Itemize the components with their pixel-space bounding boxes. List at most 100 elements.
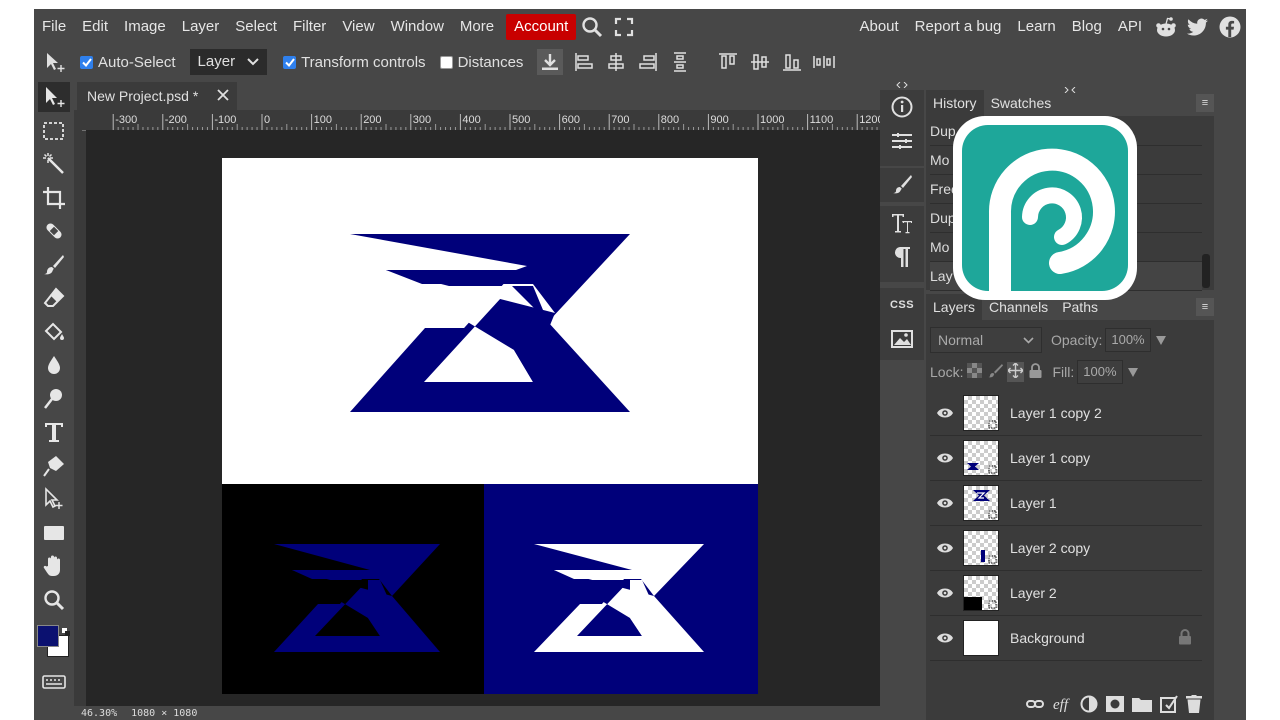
image-icon[interactable] (880, 322, 924, 356)
menu-filter[interactable]: Filter (285, 14, 334, 40)
collapse-arrows-icon[interactable] (896, 80, 908, 90)
tab-swatches[interactable]: Swatches (984, 90, 1059, 116)
history-scrollbar[interactable] (1202, 254, 1210, 288)
eraser-tool[interactable] (38, 283, 70, 313)
eye-icon[interactable] (930, 407, 960, 419)
lock-all-icon[interactable] (1029, 363, 1042, 381)
blend-mode-dropdown[interactable]: Normal (930, 327, 1042, 353)
pen-tool[interactable] (38, 451, 70, 481)
auto-select-checkbox[interactable]: Auto-Select (80, 54, 176, 71)
css-icon[interactable]: CSS (880, 288, 924, 322)
color-swatches[interactable] (34, 621, 74, 661)
marquee-tool[interactable] (38, 116, 70, 146)
reddit-icon[interactable] (1153, 14, 1179, 40)
crop-tool[interactable] (38, 183, 70, 213)
move-tool[interactable] (38, 82, 70, 112)
zoom-level[interactable]: 46.30% (81, 708, 117, 719)
transform-controls-checkbox[interactable]: Transform controls (283, 54, 426, 71)
close-icon[interactable] (217, 88, 229, 104)
menu-layer[interactable]: Layer (174, 14, 228, 40)
adjustment-layer-icon[interactable] (1080, 695, 1098, 716)
paragraph-icon[interactable] (880, 240, 924, 274)
distribute-v-icon[interactable] (813, 51, 836, 73)
align-center-h-icon[interactable] (605, 51, 627, 73)
layers-menu-icon[interactable]: ≡ (1196, 298, 1214, 316)
tab-history[interactable]: History (926, 90, 984, 116)
layer-row[interactable]: Layer 2 copy (930, 526, 1202, 571)
path-select-tool[interactable] (38, 484, 70, 514)
distances-checkbox[interactable]: Distances (439, 54, 523, 71)
triangle-down-icon[interactable] (1127, 367, 1138, 377)
layer-mask-icon[interactable] (1106, 695, 1124, 715)
twitter-icon[interactable] (1185, 14, 1211, 40)
report-bug-link[interactable]: Report a bug (907, 14, 1010, 40)
zoom-tool[interactable] (38, 585, 70, 615)
facebook-icon[interactable] (1217, 14, 1243, 40)
align-bottom-icon[interactable] (781, 51, 803, 73)
type-tool[interactable] (38, 417, 70, 447)
menu-file[interactable]: File (34, 14, 74, 40)
lock-pixels-icon[interactable] (988, 363, 1004, 381)
info-icon[interactable] (880, 90, 924, 124)
hand-tool[interactable] (38, 551, 70, 581)
search-icon[interactable] (579, 14, 605, 40)
lock-transparency-icon[interactable] (967, 363, 983, 381)
eye-icon[interactable] (930, 587, 960, 599)
opacity-input[interactable]: 100% (1105, 328, 1151, 352)
layer-row[interactable]: Layer 2 (930, 571, 1202, 616)
rectangle-tool[interactable] (38, 518, 70, 548)
fullscreen-icon[interactable] (611, 14, 637, 40)
brush-tool[interactable] (38, 250, 70, 280)
layer-row[interactable]: Layer 1 (930, 481, 1202, 526)
healing-brush-tool[interactable] (38, 216, 70, 246)
expand-arrows-icon[interactable] (1064, 80, 1076, 96)
brush-settings-icon[interactable] (880, 168, 924, 202)
eye-icon[interactable] (930, 632, 960, 644)
paint-bucket-tool[interactable] (38, 317, 70, 347)
align-right-icon[interactable] (637, 51, 659, 73)
auto-select-target-dropdown[interactable]: Layer (189, 49, 268, 75)
account-button[interactable]: Account (506, 14, 577, 40)
new-group-icon[interactable] (1132, 696, 1152, 715)
canvas-viewport[interactable] (86, 130, 880, 708)
lock-position-icon[interactable] (1007, 362, 1025, 382)
download-icon[interactable] (537, 49, 564, 75)
artwork-canvas[interactable] (86, 130, 880, 708)
adjustments-icon[interactable] (880, 124, 924, 158)
align-middle-v-icon[interactable] (749, 51, 771, 73)
layer-row[interactable]: Layer 1 copy 2 (930, 391, 1202, 436)
menu-view[interactable]: View (334, 14, 382, 40)
menu-window[interactable]: Window (383, 14, 452, 40)
layer-effects-icon[interactable]: eff (1052, 696, 1072, 715)
about-link[interactable]: About (851, 14, 906, 40)
menu-edit[interactable]: Edit (74, 14, 116, 40)
move-tool-icon[interactable] (44, 51, 66, 73)
menu-more[interactable]: More (452, 14, 502, 40)
eye-icon[interactable] (930, 497, 960, 509)
blur-tool[interactable] (38, 350, 70, 380)
fill-input[interactable]: 100% (1077, 360, 1123, 384)
document-tab[interactable]: New Project.psd * (77, 82, 237, 110)
blog-link[interactable]: Blog (1064, 14, 1110, 40)
dodge-tool[interactable] (38, 384, 70, 414)
triangle-down-icon[interactable] (1155, 335, 1166, 345)
layer-row[interactable]: Background (930, 616, 1202, 661)
swap-colors-icon[interactable] (62, 623, 70, 636)
foreground-color-swatch[interactable] (37, 624, 59, 647)
link-layers-icon[interactable] (1026, 697, 1044, 713)
menu-image[interactable]: Image (116, 14, 174, 40)
layer-row[interactable]: Layer 1 copy (930, 436, 1202, 481)
menu-select[interactable]: Select (227, 14, 285, 40)
history-menu-icon[interactable]: ≡ (1196, 94, 1214, 112)
api-link[interactable]: API (1110, 14, 1150, 40)
delete-layer-icon[interactable] (1186, 694, 1202, 716)
new-layer-icon[interactable] (1160, 694, 1178, 716)
character-icon[interactable] (880, 206, 924, 240)
align-left-icon[interactable] (573, 51, 595, 73)
distribute-h-icon[interactable] (669, 51, 691, 73)
eye-icon[interactable] (930, 542, 960, 554)
learn-link[interactable]: Learn (1009, 14, 1063, 40)
keyboard-icon[interactable] (38, 667, 70, 697)
align-top-icon[interactable] (717, 51, 739, 73)
eye-icon[interactable] (930, 452, 960, 464)
